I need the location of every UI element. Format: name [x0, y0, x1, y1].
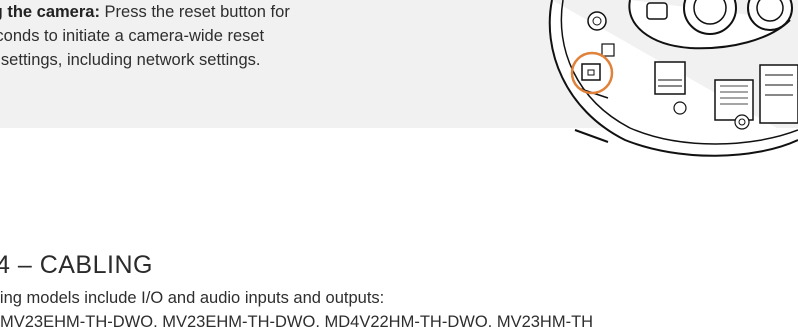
cabling-intro: wing models include I/O and audio inputs… — [0, 289, 385, 307]
reset-instructions: ing the camera: Press the reset button f… — [0, 0, 458, 72]
reset-line-3: he settings, including network settings. — [0, 51, 261, 69]
camera-illustration — [530, 0, 798, 160]
reset-line-2: seconds to initiate a camera-wide reset — [0, 27, 265, 45]
dome-camera-icon — [548, 0, 798, 157]
section-heading-cabling: 4 – CABLING — [0, 251, 153, 279]
model-list: MV23EHM-TH-DWO, MV23EHM-TH-DWO, MD4V22HM… — [0, 313, 594, 327]
reset-lead-bold: ing the camera: — [0, 3, 100, 21]
reset-line-1: Press the reset button for — [99, 3, 290, 21]
